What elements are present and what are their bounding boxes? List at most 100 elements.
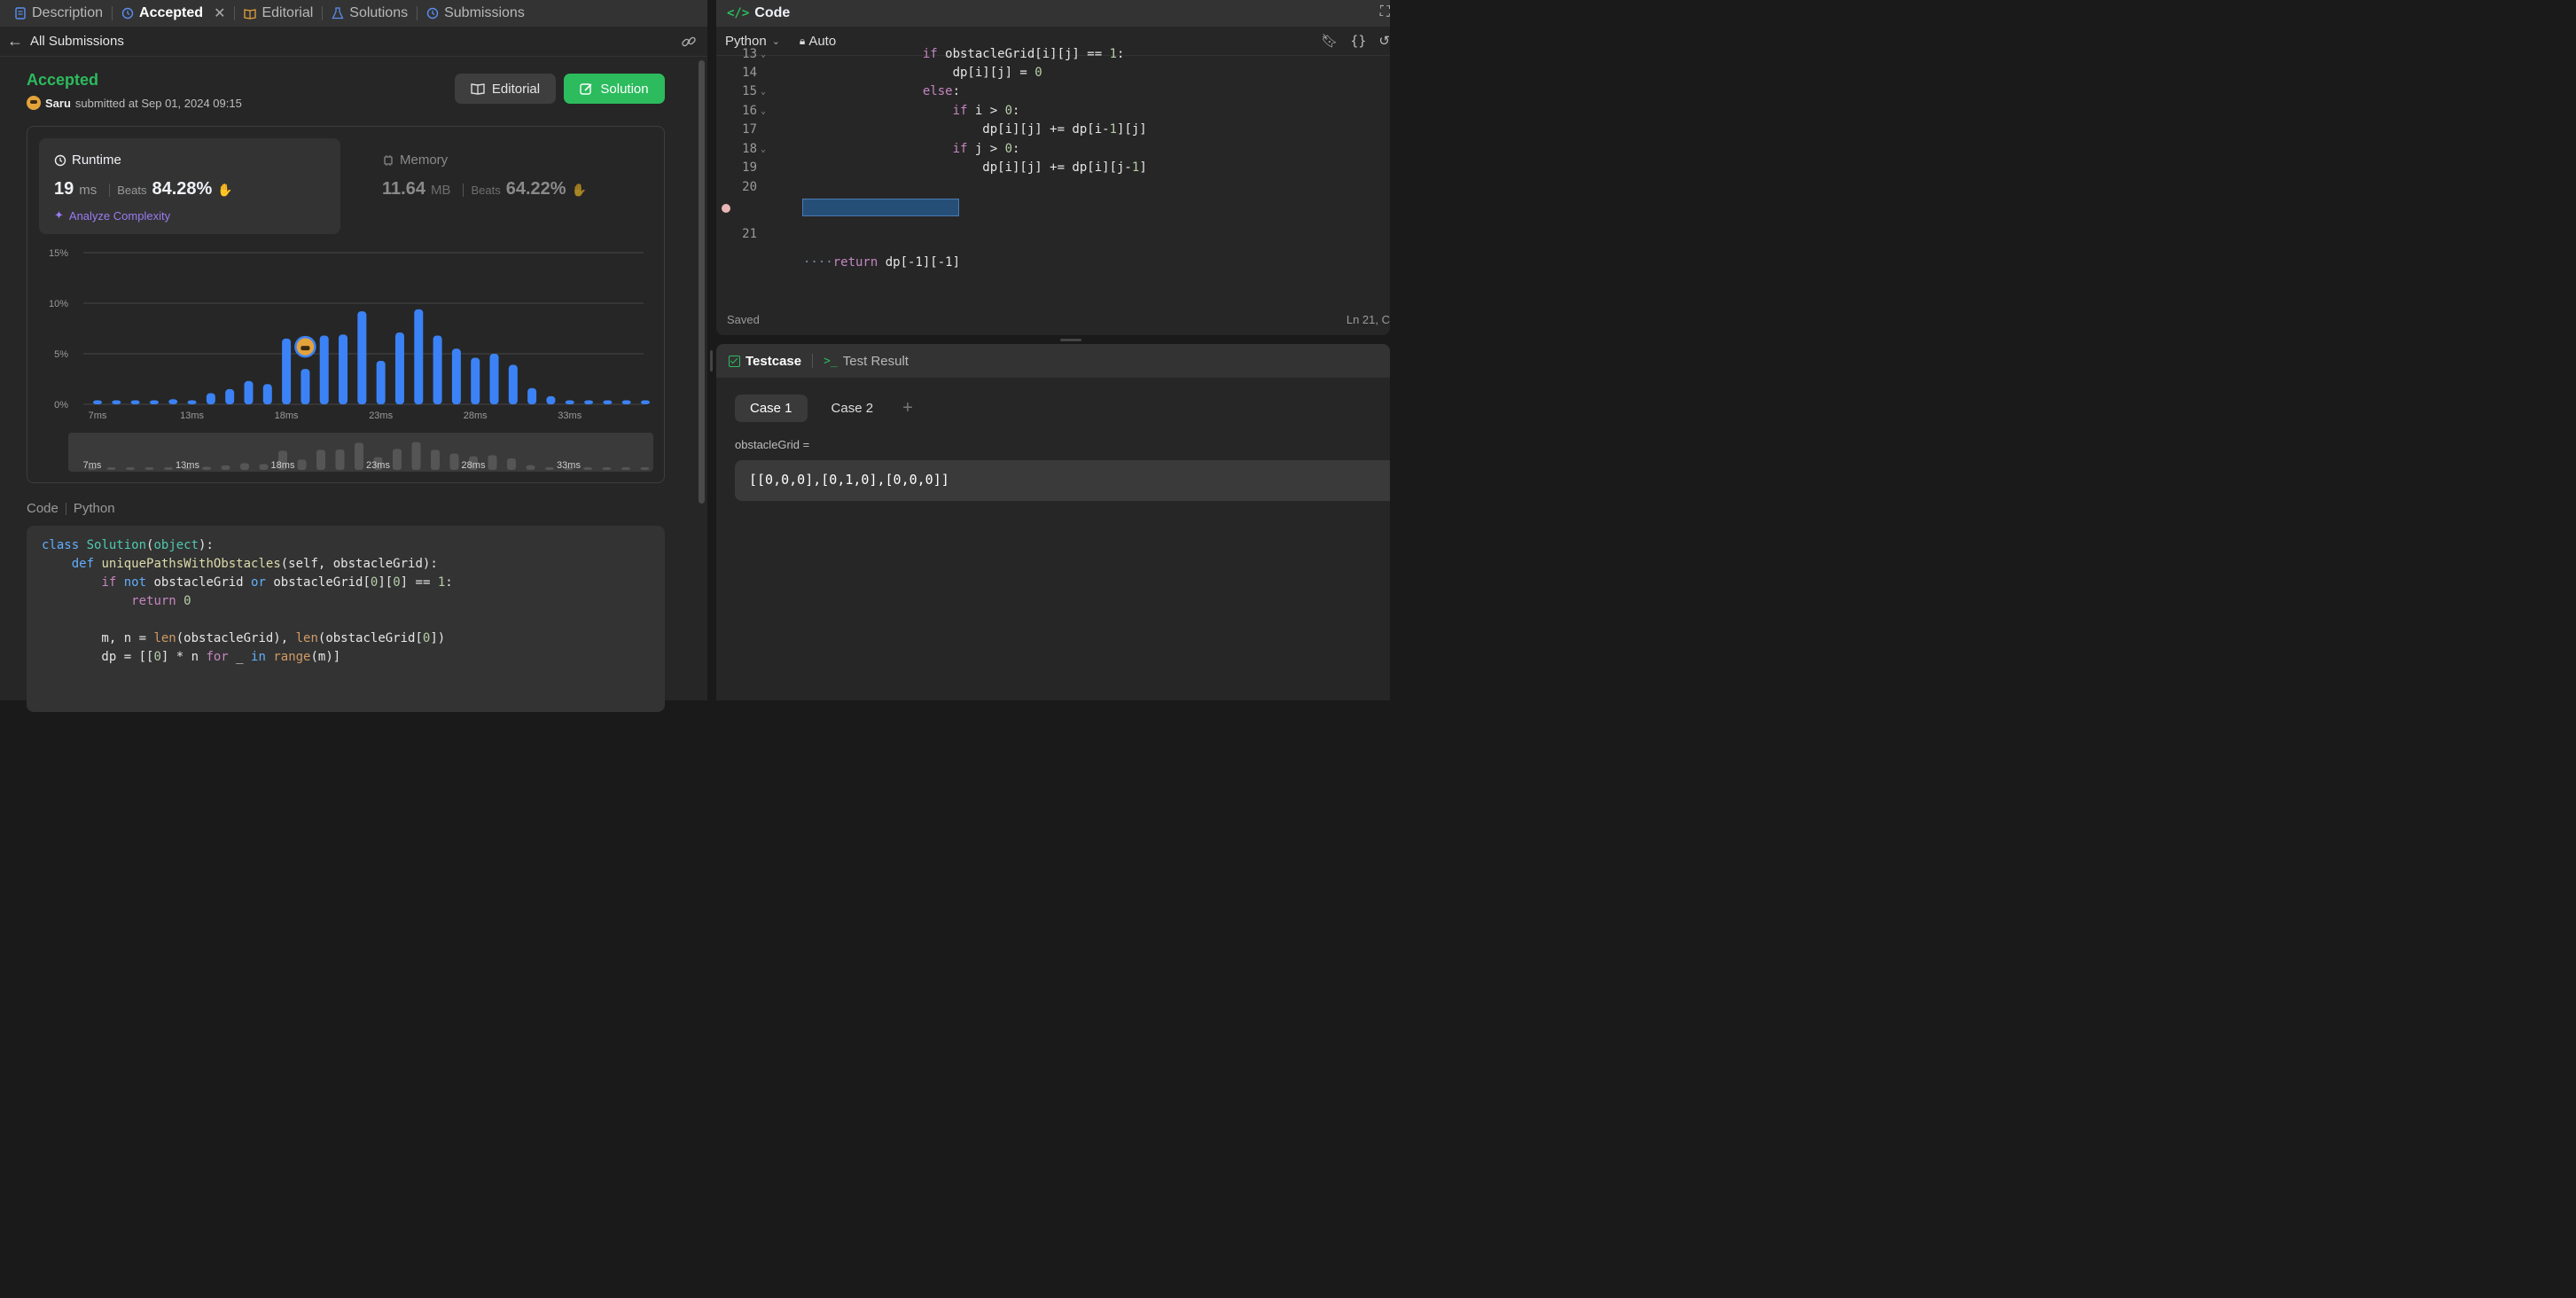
memory-unit: MB [430,183,451,198]
chart-bar[interactable] [489,354,499,404]
chart-bar[interactable] [225,388,235,404]
panel-splitter[interactable] [716,335,1390,344]
solution-button[interactable]: Solution [564,74,665,104]
chart-bar[interactable] [319,335,329,404]
all-submissions-link[interactable]: All Submissions [30,34,124,49]
chart-bar[interactable] [93,400,102,404]
minimap-bar [240,463,249,470]
chart-bar[interactable] [565,400,574,404]
minimap-bar [221,465,230,470]
lock-icon: 🔒︎ [799,34,806,47]
runtime-distribution-chart[interactable]: 15% 10% 5% 0% 7ms 13ms 18ms 23ms 28ms 33ms [27,242,666,428]
chart-bar[interactable] [149,400,159,404]
chart-bar[interactable] [357,311,367,404]
scrollbar-thumb[interactable] [699,60,705,504]
tab-test-result[interactable]: >_ Test Result [824,354,909,369]
code-icon: </> [727,6,750,20]
chart-bar[interactable] [584,400,594,404]
chart-bar[interactable] [206,393,215,404]
chart-bar[interactable] [130,400,140,404]
cursor-position: Ln 21, C [1346,313,1390,326]
breakpoint-dot[interactable] [722,204,730,213]
chart-bar[interactable] [508,364,518,404]
chart-bar[interactable] [112,400,121,404]
code-panel-header: </> Code ⛶ [716,0,1390,27]
close-icon[interactable]: ✕ [214,4,225,22]
add-case-icon[interactable]: + [902,398,913,418]
chart-bar[interactable] [621,400,631,404]
chart-bar[interactable] [603,400,613,404]
tab-accepted-label: Accepted [139,5,204,20]
back-arrow-icon[interactable]: ← [7,32,27,51]
chart-bar[interactable] [471,357,480,404]
chart-bar[interactable] [187,400,197,404]
tab-submissions[interactable]: Submissions [423,0,528,27]
minimap-bar [393,449,402,470]
analyze-complexity-button[interactable]: ✦ Analyze Complexity [54,208,170,223]
tab-description[interactable]: Description [11,0,106,27]
minimap-bar [355,442,363,470]
minimap-bar [144,467,154,470]
chart-bar[interactable] [641,400,650,404]
chart-bar[interactable] [414,309,424,404]
case-1-tab[interactable]: Case 1 [735,395,808,422]
testcase-header: Testcase >_ Test Result [716,344,1390,378]
chart-bar[interactable] [168,399,178,404]
sparkle-icon: ✦ [54,208,64,222]
submitted-code: class Solution(object): def uniquePathsW… [27,526,665,712]
runtime-beats-label: Beats [109,184,147,197]
username[interactable]: Saru [45,97,71,110]
submission-status: Accepted [27,71,99,89]
x-tick-label: 18ms [275,411,299,421]
auto-mode[interactable]: 🔒︎ Auto [800,34,836,49]
clap-icon: ✋ [571,183,587,197]
case-2-tab[interactable]: Case 2 [816,395,889,422]
submitted-time: submitted at Sep 01, 2024 09:15 [74,96,242,110]
code-lang: Python [73,501,115,516]
runtime-card[interactable]: Runtime 19 ms Beats 84.28% ✋ ✦ Analyze C… [39,138,340,234]
pane-divider[interactable] [707,0,716,700]
chip-icon [384,154,393,166]
minimap-bar [297,459,307,470]
minimap-bar [335,450,345,470]
minimap-bar [526,465,535,470]
minimap-tick-label: 23ms [366,460,390,471]
tab-accepted[interactable]: Accepted ✕ [118,0,229,27]
chart-bar[interactable] [339,334,348,404]
tab-solutions[interactable]: Solutions [328,0,411,27]
code-editor[interactable]: 13 ⌄ if obstacleGrid[i][j] == 1: 14 dp[i]… [716,47,1390,304]
saved-status: Saved [727,313,760,326]
language-select[interactable]: Python ⌄ [725,34,780,49]
chart-bar[interactable] [301,369,310,404]
minimap-bar [259,464,269,470]
auto-label: Auto [808,33,837,49]
avatar[interactable] [27,96,41,110]
chart-bar[interactable] [244,380,254,404]
minimap-bar [106,467,116,470]
submission-header: ← All Submissions [0,27,707,57]
memory-card[interactable]: Memory 11.64 MB Beats 64.22% ✋ [367,138,651,234]
chart-range-slider[interactable]: 7ms 13ms 18ms 23ms 28ms 33ms [68,433,653,472]
memory-beats-value: 64.22% [505,179,566,199]
maximize-icon[interactable]: ⛶ [1380,4,1390,20]
history-icon [426,7,439,20]
tab-editorial[interactable]: Editorial [240,0,316,27]
link-icon[interactable] [681,34,697,50]
submitter-info: Saru submitted at Sep 01, 2024 09:15 [27,96,242,110]
minimap-tick-label: 18ms [271,460,295,471]
memory-beats-label: Beats [463,184,501,197]
tab-testcase[interactable]: Testcase [729,354,801,369]
y-tick-label: 5% [54,349,68,360]
chart-bar[interactable] [394,332,404,404]
input-variable-value[interactable]: [[0,0,0],[0,1,0],[0,0,0]] [735,460,1390,501]
chart-bar[interactable] [282,338,292,404]
chart-bar[interactable] [376,360,386,404]
chart-bar[interactable] [262,384,272,404]
tab-description-label: Description [32,5,104,20]
chart-bar[interactable] [433,335,442,404]
clap-icon: ✋ [217,183,233,197]
editorial-button[interactable]: Editorial [455,74,556,104]
chart-bar[interactable] [527,387,537,404]
chart-bar[interactable] [451,348,461,404]
chart-bar[interactable] [546,395,556,404]
